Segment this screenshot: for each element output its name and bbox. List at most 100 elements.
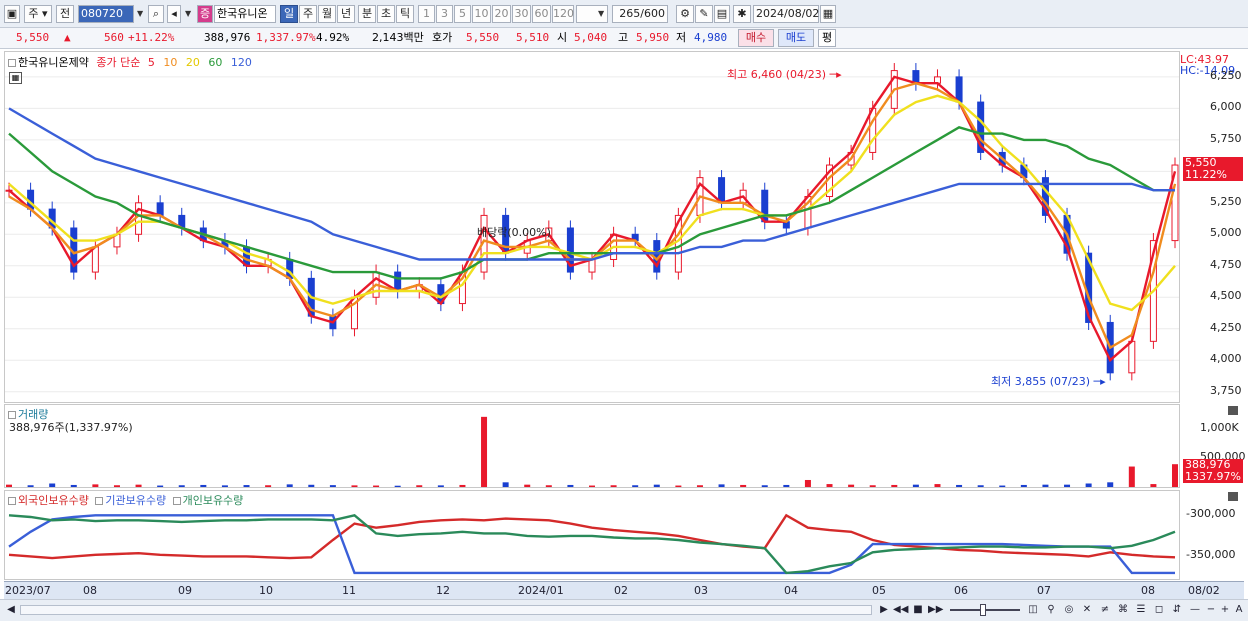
- interval-120[interactable]: 120: [552, 5, 574, 23]
- volume-bar: [157, 485, 164, 487]
- hoga-label: 호가: [432, 31, 453, 44]
- open-price: 5,040: [574, 31, 608, 44]
- avg-price-button[interactable]: 평: [818, 29, 836, 47]
- scroll-right-icon[interactable]: ▶: [877, 603, 891, 617]
- stock-name-field[interactable]: 한국유니온: [214, 5, 276, 23]
- minus-icon[interactable]: −: [1204, 603, 1218, 617]
- price-tick-label: 4,250: [1210, 320, 1242, 334]
- pane-close-icon[interactable]: [1228, 406, 1238, 415]
- period-month[interactable]: 월: [318, 5, 336, 23]
- horizontal-scrollbar[interactable]: [20, 605, 872, 615]
- price-scale[interactable]: LC:43.97 HC:-14.09 6,2506,0005,7505,5005…: [1180, 51, 1244, 403]
- date-label: 10: [259, 584, 273, 597]
- speaker-dropdown-icon[interactable]: ▼: [185, 5, 191, 23]
- stop-icon[interactable]: ■: [911, 603, 925, 617]
- interval-3[interactable]: 3: [436, 5, 453, 23]
- dividend-annotation: 배당락(0.00%): [477, 226, 551, 239]
- calendar-icon[interactable]: ▦: [820, 5, 836, 23]
- interval-10[interactable]: 10: [472, 5, 491, 23]
- price-legend: 한국유니온제약 종가 단순 5 10 20 60 120: [8, 54, 252, 70]
- window-menu-icon[interactable]: ▣: [4, 5, 20, 23]
- date-label: 2024/01: [518, 584, 564, 597]
- tool-icon[interactable]: ✕: [1080, 603, 1094, 617]
- holdings-scale[interactable]: -300,000 -350,000: [1180, 490, 1244, 580]
- price-tick-label: 5,250: [1210, 194, 1242, 208]
- price-chart-pane[interactable]: 한국유니온제약 종가 단순 5 10 20 60 120 ▦ 최고 6,460 …: [4, 51, 1180, 403]
- date-label: 08: [1141, 584, 1155, 597]
- holdings-legend: 외국인보유수량 기관보유수량 개인보유수량: [8, 492, 243, 508]
- volume-pane[interactable]: 거래량 388,976주(1,337.97%): [4, 404, 1180, 488]
- tool-icon[interactable]: ◻: [1152, 603, 1166, 617]
- settings-gear-icon[interactable]: ✱: [733, 5, 751, 23]
- table-view-icon[interactable]: ▦: [9, 72, 22, 84]
- volume-bar: [221, 485, 228, 487]
- holdings-pane[interactable]: 외국인보유수량 기관보유수량 개인보유수량: [4, 490, 1180, 580]
- tool-icon[interactable]: ◎: [1062, 603, 1076, 617]
- date-label: 2023/07: [5, 584, 51, 597]
- interval-30[interactable]: 30: [512, 5, 531, 23]
- period-year[interactable]: 년: [337, 5, 355, 23]
- stock-code-input[interactable]: 080720: [78, 5, 134, 23]
- pane-close-icon[interactable]: [1228, 492, 1238, 501]
- volume-bar: [675, 485, 682, 487]
- draw-tool-icon[interactable]: ✎: [695, 5, 713, 23]
- volume-bar: [610, 485, 617, 487]
- period-minute[interactable]: 분: [358, 5, 376, 23]
- prev-button[interactable]: 전: [56, 5, 74, 23]
- interval-20[interactable]: 20: [492, 5, 511, 23]
- magnify-icon[interactable]: ⚲: [1044, 603, 1058, 617]
- search-icon[interactable]: ⌕: [148, 5, 164, 23]
- period-tick[interactable]: 틱: [396, 5, 414, 23]
- custom-interval-dropdown-icon[interactable]: ▼: [598, 5, 604, 23]
- volume-bar: [804, 479, 811, 487]
- zoom-slider-handle[interactable]: [980, 604, 986, 616]
- speaker-icon[interactable]: ◂: [167, 5, 181, 23]
- data-count-field[interactable]: 265/600: [612, 5, 668, 23]
- save-icon[interactable]: ▤: [714, 5, 730, 23]
- current-price-tag: 5,550 11.22%: [1183, 157, 1243, 182]
- scroll-left-icon[interactable]: ◀: [4, 603, 18, 617]
- period-day[interactable]: 일: [280, 5, 298, 23]
- tool-icon[interactable]: ≠: [1098, 603, 1112, 617]
- market-select[interactable]: 주 ▾: [24, 5, 52, 23]
- sell-order-button[interactable]: 매도: [778, 29, 814, 47]
- tool-icon[interactable]: ⇵: [1170, 603, 1184, 617]
- volume-bar: [49, 483, 56, 487]
- fast-forward-icon[interactable]: ▶▶: [928, 603, 943, 617]
- price-tick-label: 5,750: [1210, 131, 1242, 145]
- period-week[interactable]: 주: [299, 5, 317, 23]
- rewind-icon[interactable]: ◀◀: [893, 603, 908, 617]
- period-second[interactable]: 초: [377, 5, 395, 23]
- volume-bar: [308, 484, 315, 487]
- data-count-total: /600: [640, 7, 665, 20]
- volume-bar: [632, 485, 639, 487]
- zoom-fit-icon[interactable]: ◫: [1026, 603, 1040, 617]
- interval-60[interactable]: 60: [532, 5, 551, 23]
- volume-bar: [1042, 484, 1049, 487]
- plus-icon[interactable]: +: [1218, 603, 1232, 617]
- volume-bar: [351, 485, 358, 487]
- indicator-icon[interactable]: ⚙: [676, 5, 694, 23]
- date-input[interactable]: 2024/08/02: [753, 5, 819, 23]
- volume-scale[interactable]: 1,000K 500,000 388,976 1337.97%: [1180, 404, 1246, 488]
- volume-bar: [70, 484, 77, 487]
- volume-bar: [783, 484, 790, 487]
- interval-1[interactable]: 1: [418, 5, 435, 23]
- legend-ma-5: 5: [147, 56, 155, 69]
- volume-bar: [1107, 482, 1114, 487]
- code-dropdown-icon[interactable]: ▼: [137, 5, 143, 23]
- buy-order-button[interactable]: 매수: [738, 29, 774, 47]
- volume-bar: [653, 484, 660, 487]
- interval-5[interactable]: 5: [454, 5, 471, 23]
- volume-bar: [891, 484, 898, 487]
- text-size-icon[interactable]: A: [1232, 603, 1246, 617]
- price-change: 560: [104, 31, 124, 44]
- volume-bar: [589, 485, 595, 487]
- zoom-out-icon[interactable]: —: [1188, 603, 1202, 617]
- chart-toolbar: ▣ 주 ▾ 전 080720 ▼ ⌕ ◂ ▼ 증 한국유니온 일 주 월 년 분…: [0, 0, 1248, 28]
- high-price: 5,950: [636, 31, 670, 44]
- volume-bar: [567, 484, 574, 487]
- price-tick-label: 6,250: [1210, 68, 1242, 82]
- tool-icon[interactable]: ⌘: [1116, 603, 1130, 617]
- tool-icon[interactable]: ☰: [1134, 603, 1148, 617]
